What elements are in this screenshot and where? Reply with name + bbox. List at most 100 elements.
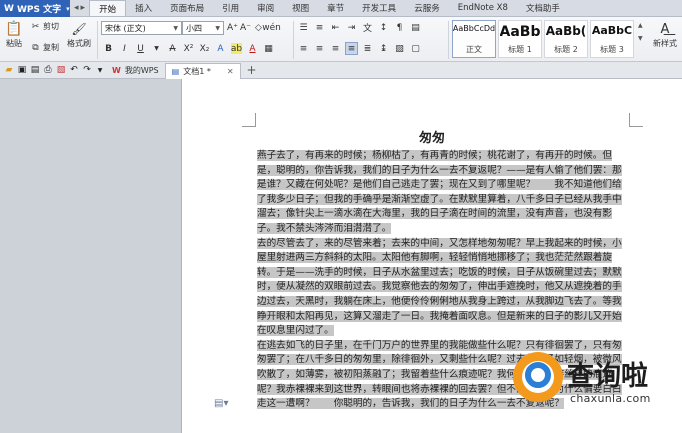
superscript-icon[interactable]: X² bbox=[183, 43, 194, 54]
cut-button[interactable]: ✂ 剪切 bbox=[30, 21, 59, 32]
style-heading-1[interactable]: AaBb 标题 1 bbox=[498, 20, 542, 58]
divider bbox=[97, 21, 98, 59]
italic-button[interactable]: I bbox=[119, 43, 130, 54]
style-name: 正文 bbox=[466, 45, 482, 54]
font-color-icon[interactable]: A bbox=[247, 43, 258, 54]
underline-button[interactable]: U bbox=[135, 43, 146, 54]
margin-mark bbox=[242, 113, 256, 127]
margin-mark bbox=[629, 113, 643, 127]
font-size-select[interactable]: 小四 ▼ bbox=[182, 21, 224, 35]
align-center-icon[interactable]: ≡ bbox=[314, 43, 325, 54]
paste-icon: 📋 bbox=[5, 21, 23, 37]
style-sample: AaBb bbox=[499, 24, 541, 40]
tab-references[interactable]: 引用 bbox=[213, 0, 248, 16]
redo-icon[interactable]: ↷ bbox=[82, 65, 92, 75]
line-spacing-icon[interactable]: ↨ bbox=[378, 43, 389, 54]
chevron-down-icon[interactable]: ▼ bbox=[638, 35, 646, 42]
highlight-icon[interactable]: ab bbox=[231, 43, 242, 54]
forward-icon[interactable]: ▸ bbox=[81, 3, 86, 13]
grow-font-icon[interactable]: A⁺ bbox=[227, 22, 238, 33]
font-name-value: 宋体 (正文) bbox=[105, 23, 146, 33]
back-icon[interactable]: ◂ bbox=[74, 3, 79, 13]
paste-options-icon[interactable]: ▤▾ bbox=[214, 398, 228, 409]
chinese-layout-icon[interactable]: 文 bbox=[362, 22, 373, 34]
tab-page-layout[interactable]: 页面布局 bbox=[161, 0, 213, 16]
paragraph-text: 去的尽管去了，来的尽管来着；去来的中间，又怎样地匆匆呢？早上我起来的时候，小屋里… bbox=[257, 237, 622, 337]
text-effect-icon[interactable]: A bbox=[215, 43, 226, 54]
show-marks-icon[interactable]: ¶ bbox=[394, 22, 405, 33]
divider bbox=[448, 21, 449, 59]
tab-developer[interactable]: 开发工具 bbox=[353, 0, 405, 16]
font-name-select[interactable]: 宋体 (正文) ▼ bbox=[101, 21, 182, 35]
align-right-icon[interactable]: ≡ bbox=[330, 43, 341, 54]
tab-view[interactable]: 视图 bbox=[283, 0, 318, 16]
ribbon-tabs: 开始 插入 页面布局 引用 审阅 视图 章节 开发工具 云服务 EndNote … bbox=[89, 0, 569, 16]
style-normal[interactable]: AaBbCcDd 正文 bbox=[452, 20, 496, 58]
save-icon[interactable]: ▣ bbox=[17, 65, 27, 75]
shrink-font-icon[interactable]: A⁻ bbox=[240, 22, 251, 33]
document-icon: ▤ bbox=[171, 66, 180, 76]
navigation-pane bbox=[0, 79, 182, 433]
shading-icon[interactable]: ▨ bbox=[394, 43, 405, 54]
undo-icon[interactable]: ↶ bbox=[69, 65, 79, 75]
tab-endnote[interactable]: EndNote X8 bbox=[449, 0, 517, 16]
tab-cloud-service[interactable]: 云服务 bbox=[405, 0, 449, 16]
chevron-down-icon[interactable]: ▼ bbox=[151, 43, 162, 54]
justify-icon[interactable]: ≡ bbox=[345, 42, 358, 55]
chevron-down-icon[interactable]: ▼ bbox=[95, 65, 105, 75]
strikethrough-icon[interactable]: A bbox=[167, 43, 178, 54]
increase-indent-icon[interactable]: ⇥ bbox=[346, 22, 357, 33]
gallery-scroll[interactable]: ▲ ▼ bbox=[638, 22, 646, 42]
phonetic-guide-icon[interactable]: wén bbox=[262, 22, 281, 33]
char-shading-icon[interactable]: ▦ bbox=[263, 43, 274, 54]
distribute-icon[interactable]: ≣ bbox=[362, 43, 373, 54]
tab-doc-assistant[interactable]: 文档助手 bbox=[517, 0, 569, 16]
logo-q-icon bbox=[525, 362, 551, 388]
app-menu-button[interactable]: W WPS 文字 ▾ bbox=[0, 0, 70, 17]
title-bar: W WPS 文字 ▾ ◂ ▸ 开始 插入 页面布局 引用 审阅 视图 章节 开发… bbox=[0, 0, 682, 17]
subscript-icon[interactable]: X₂ bbox=[199, 43, 210, 54]
paragraph: 去的尽管去了，来的尽管来着；去来的中间，又怎样地匆匆呢？早上我起来的时候，小屋里… bbox=[257, 237, 629, 339]
new-style-icon: A͟ bbox=[660, 21, 670, 37]
style-heading-3[interactable]: AaBbC 标题 3 bbox=[590, 20, 634, 58]
paste-label: 粘贴 bbox=[6, 39, 22, 48]
tab-review[interactable]: 审阅 bbox=[248, 0, 283, 16]
print-preview-icon[interactable]: ▤ bbox=[30, 65, 40, 75]
bold-button[interactable]: B bbox=[103, 43, 114, 54]
export-pdf-icon[interactable]: ▧ bbox=[56, 65, 66, 75]
numbering-icon[interactable]: ≡ bbox=[314, 22, 325, 33]
format-painter-button[interactable]: 🖌 格式刷 bbox=[64, 20, 94, 49]
decrease-indent-icon[interactable]: ⇤ bbox=[330, 22, 341, 33]
tab-my-wps[interactable]: W 我的WPS bbox=[106, 63, 165, 79]
chevron-down-icon: ▼ bbox=[173, 24, 178, 32]
copy-button[interactable]: ⧉ 复制 bbox=[30, 42, 59, 53]
align-left-icon[interactable]: ≡ bbox=[298, 43, 309, 54]
borders-icon[interactable]: ▢ bbox=[410, 43, 421, 54]
chevron-up-icon[interactable]: ▲ bbox=[638, 22, 646, 29]
tab-section[interactable]: 章节 bbox=[318, 0, 353, 16]
tab-document-1[interactable]: ▤ 文档1 * ✕ bbox=[164, 62, 241, 79]
watermark-brand: 查询啦 bbox=[567, 361, 648, 392]
paragraph-text: 燕子去了，有再来的时候；杨柳枯了，有再青的时候；桃花谢了，有再开的时候。但是，聪… bbox=[257, 150, 622, 234]
tab-insert[interactable]: 插入 bbox=[126, 0, 161, 16]
style-sample: AaBb( bbox=[545, 24, 587, 38]
style-name: 标题 1 bbox=[508, 45, 532, 54]
print-icon[interactable]: ⎙ bbox=[43, 65, 53, 75]
bullets-icon[interactable]: ☰ bbox=[298, 22, 309, 33]
close-icon[interactable]: ✕ bbox=[227, 67, 234, 76]
new-style-button[interactable]: A͟ 新样式 bbox=[648, 20, 682, 49]
document-tab-bar: ▰ ▣ ▤ ⎙ ▧ ↶ ↷ ▼ W 我的WPS ▤ 文档1 * ✕ + bbox=[0, 62, 682, 79]
tab-home[interactable]: 开始 bbox=[89, 0, 127, 16]
brush-icon: 🖌 bbox=[71, 22, 87, 36]
paste-button[interactable]: 📋 粘贴 bbox=[3, 20, 25, 49]
style-name: 标题 3 bbox=[600, 45, 624, 54]
style-heading-2[interactable]: AaBb( 标题 2 bbox=[544, 20, 588, 58]
table-icon[interactable]: ▤ bbox=[410, 22, 421, 33]
wps-logo-icon: W bbox=[112, 66, 121, 75]
document-title: 匆匆 bbox=[418, 131, 445, 146]
open-folder-icon[interactable]: ▰ bbox=[4, 65, 14, 75]
sort-icon[interactable]: ↕ bbox=[378, 22, 389, 33]
wps-logo-icon: W bbox=[4, 3, 14, 14]
style-sample: AaBbC bbox=[591, 24, 633, 37]
new-tab-button[interactable]: + bbox=[241, 63, 263, 77]
